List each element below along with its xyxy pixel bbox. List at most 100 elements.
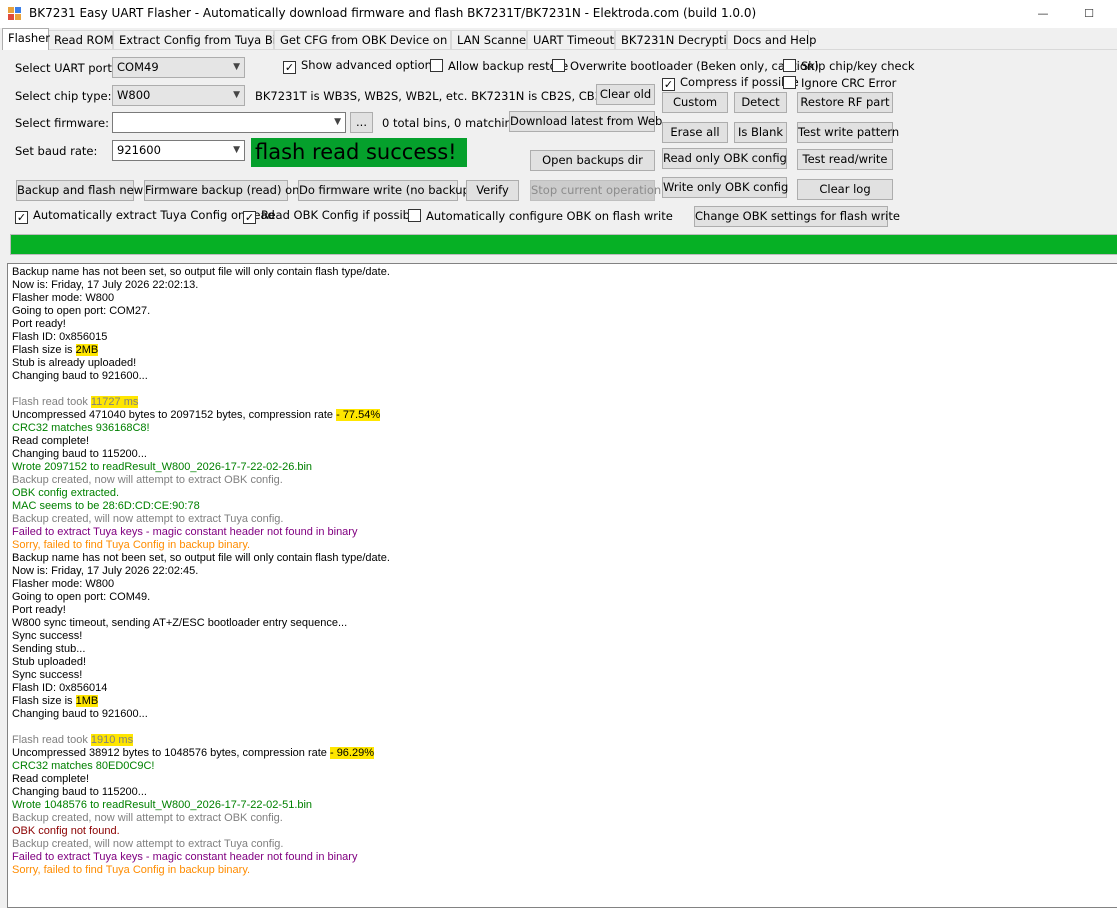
restore-rf-button[interactable]: Restore RF part — [797, 92, 893, 113]
skip-chip-key-checkbox[interactable]: Skip chip/key check — [783, 59, 915, 73]
status-message: flash read success! — [251, 138, 467, 167]
log-output[interactable]: Backup name has not been set, so output … — [7, 263, 1117, 908]
firmware-select[interactable]: ▼ — [112, 112, 346, 133]
test-read-write-button[interactable]: Test read/write — [797, 149, 893, 170]
read-obk-config-button[interactable]: Read only OBK config — [662, 148, 787, 169]
show-advanced-label: Show advanced options — [301, 58, 438, 72]
tab-bk7231n-decryption[interactable]: BK7231N Decryption — [615, 30, 741, 50]
clear-old-button[interactable]: Clear old — [596, 84, 655, 105]
verify-button[interactable]: Verify — [466, 180, 519, 201]
minimize-button[interactable]: — — [1020, 0, 1066, 28]
baud-rate-value: 921600 — [117, 143, 161, 157]
chevron-down-icon: ▼ — [233, 90, 240, 100]
uart-port-select[interactable]: COM49 ▼ — [112, 57, 245, 78]
show-advanced-checkbox[interactable]: ✓ Show advanced options — [283, 59, 438, 74]
backup-flash-new-button[interactable]: Backup and flash new — [16, 180, 143, 201]
auto-extract-tuya-label: Automatically extract Tuya Config on rea… — [33, 208, 275, 222]
log-line: Sending stub... — [12, 643, 1114, 656]
detect-button[interactable]: Detect — [734, 92, 787, 113]
tab-extract-config[interactable]: Extract Config from Tuya Binary — [113, 30, 302, 50]
erase-all-button[interactable]: Erase all — [662, 122, 728, 143]
checkbox-unchecked-icon — [408, 209, 421, 222]
checkbox-checked-icon: ✓ — [283, 61, 296, 74]
custom-button[interactable]: Custom — [662, 92, 728, 113]
log-highlight: 1MB — [75, 695, 99, 707]
firmware-backup-button[interactable]: Firmware backup (read) only — [144, 180, 309, 201]
log-line: Stub is already uploaded! — [12, 357, 1114, 370]
auto-configure-obk-checkbox[interactable]: Automatically configure OBK on flash wri… — [408, 209, 673, 223]
uart-port-value: COM49 — [117, 60, 159, 74]
log-text: Going to open port: COM49. — [12, 591, 151, 603]
log-line: Backup name has not been set, so output … — [12, 266, 1114, 279]
log-text: MAC seems to be 28:6D:CD:CE:90:78 — [12, 500, 200, 512]
flasher-panel: Select UART port: COM49 ▼ ✓ Show advanced… — [2, 49, 1117, 908]
log-line: Sync success! — [12, 630, 1114, 643]
log-line: Backup created, now will attempt to extr… — [12, 812, 1114, 825]
is-blank-button[interactable]: Is Blank — [734, 122, 787, 143]
log-line: Now is: Friday, 17 July 2026 22:02:45. — [12, 565, 1114, 578]
log-text: Uncompressed 38912 bytes to 1048576 byte… — [12, 747, 330, 759]
log-line: Flash read took 11727 ms — [12, 396, 1114, 409]
download-latest-button[interactable]: Download latest from Web — [509, 111, 662, 132]
log-text: Backup created, will now attempt to extr… — [12, 513, 284, 525]
log-text: Backup name has not been set, so output … — [12, 266, 390, 278]
app-icon — [8, 7, 21, 20]
log-line: Flash ID: 0x856014 — [12, 682, 1114, 695]
log-line: Uncompressed 471040 bytes to 2097152 byt… — [12, 409, 1114, 422]
log-line: Going to open port: COM49. — [12, 591, 1114, 604]
write-obk-config-button[interactable]: Write only OBK config — [662, 177, 788, 198]
compress-label: Compress if possible — [680, 75, 799, 89]
chip-type-hint: BK7231T is WB3S, WB2S, WB2L, etc. BK7231… — [255, 89, 635, 103]
log-line: W800 sync timeout, sending AT+Z/ESC boot… — [12, 617, 1114, 630]
read-obk-config-checkbox[interactable]: ✓ Read OBK Config if possible — [243, 209, 420, 224]
chip-type-select[interactable]: W800 ▼ — [112, 85, 245, 106]
auto-extract-tuya-checkbox[interactable]: ✓ Automatically extract Tuya Config on re… — [15, 209, 275, 224]
stop-operation-button[interactable]: Stop current operation — [530, 180, 661, 201]
chip-type-value: W800 — [117, 88, 151, 102]
browse-firmware-button[interactable]: ... — [350, 112, 373, 133]
open-backups-button[interactable]: Open backups dir — [530, 150, 655, 171]
firmware-write-button[interactable]: Do firmware write (no backup!) — [298, 180, 479, 201]
allow-backup-restore-checkbox[interactable]: Allow backup restore — [430, 59, 568, 73]
tab-get-cfg-obk[interactable]: Get CFG from OBK Device on LAN — [274, 30, 474, 50]
log-text: Changing baud to 115200... — [12, 786, 147, 798]
log-text: Changing baud to 921600... — [12, 370, 148, 382]
log-text: Flash size is — [12, 344, 76, 356]
tab-flasher[interactable]: Flasher — [2, 28, 50, 50]
change-obk-settings-button[interactable]: Change OBK settings for flash write — [694, 206, 900, 227]
log-text: Read complete! — [12, 435, 90, 447]
log-text: Changing baud to 115200... — [12, 448, 147, 460]
tab-read-rom[interactable]: Read ROM — [48, 30, 114, 50]
tab-bar: Flasher Read ROM Extract Config from Tuy… — [2, 28, 1117, 50]
overwrite-bootloader-checkbox[interactable]: Overwrite bootloader (Beken only, cautio… — [552, 59, 819, 73]
log-text: CRC32 matches 936168C8! — [12, 422, 150, 434]
log-text: Flash read took — [12, 396, 91, 408]
log-line: Wrote 2097152 to readResult_W800_2026-17… — [12, 461, 1114, 474]
log-line: Flasher mode: W800 — [12, 292, 1114, 305]
log-text: W800 sync timeout, sending AT+Z/ESC boot… — [12, 617, 348, 629]
log-text: Read complete! — [12, 773, 90, 785]
chip-type-label: Select chip type: — [15, 89, 112, 103]
log-line: Flash size is 2MB — [12, 344, 1114, 357]
maximize-button[interactable]: ☐ — [1066, 0, 1112, 28]
compress-checkbox[interactable]: ✓ Compress if possible — [662, 76, 799, 91]
log-line: Changing baud to 921600... — [12, 708, 1114, 721]
log-line: Flash size is 1MB — [12, 695, 1114, 708]
firmware-label: Select firmware: — [15, 116, 109, 130]
ignore-crc-checkbox[interactable]: Ignore CRC Error — [783, 76, 896, 90]
tab-lan-scanner[interactable]: LAN Scanner — [451, 30, 531, 50]
log-line: Flasher mode: W800 — [12, 578, 1114, 591]
log-text: Stub is already uploaded! — [12, 357, 137, 369]
test-write-pattern-button[interactable]: Test write pattern — [797, 122, 899, 143]
checkbox-checked-icon: ✓ — [243, 211, 256, 224]
log-line: OBK config not found. — [12, 825, 1114, 838]
tab-uart-timeouts[interactable]: UART Timeouts — [527, 30, 620, 50]
tab-docs-help[interactable]: Docs and Help — [727, 30, 816, 50]
baud-rate-label: Set baud rate: — [15, 144, 98, 158]
log-highlight: 2MB — [75, 344, 99, 356]
log-line: MAC seems to be 28:6D:CD:CE:90:78 — [12, 500, 1114, 513]
clear-log-button[interactable]: Clear log — [797, 179, 893, 200]
baud-rate-select[interactable]: 921600 ▼ — [112, 140, 245, 161]
log-text: Sending stub... — [12, 643, 86, 655]
